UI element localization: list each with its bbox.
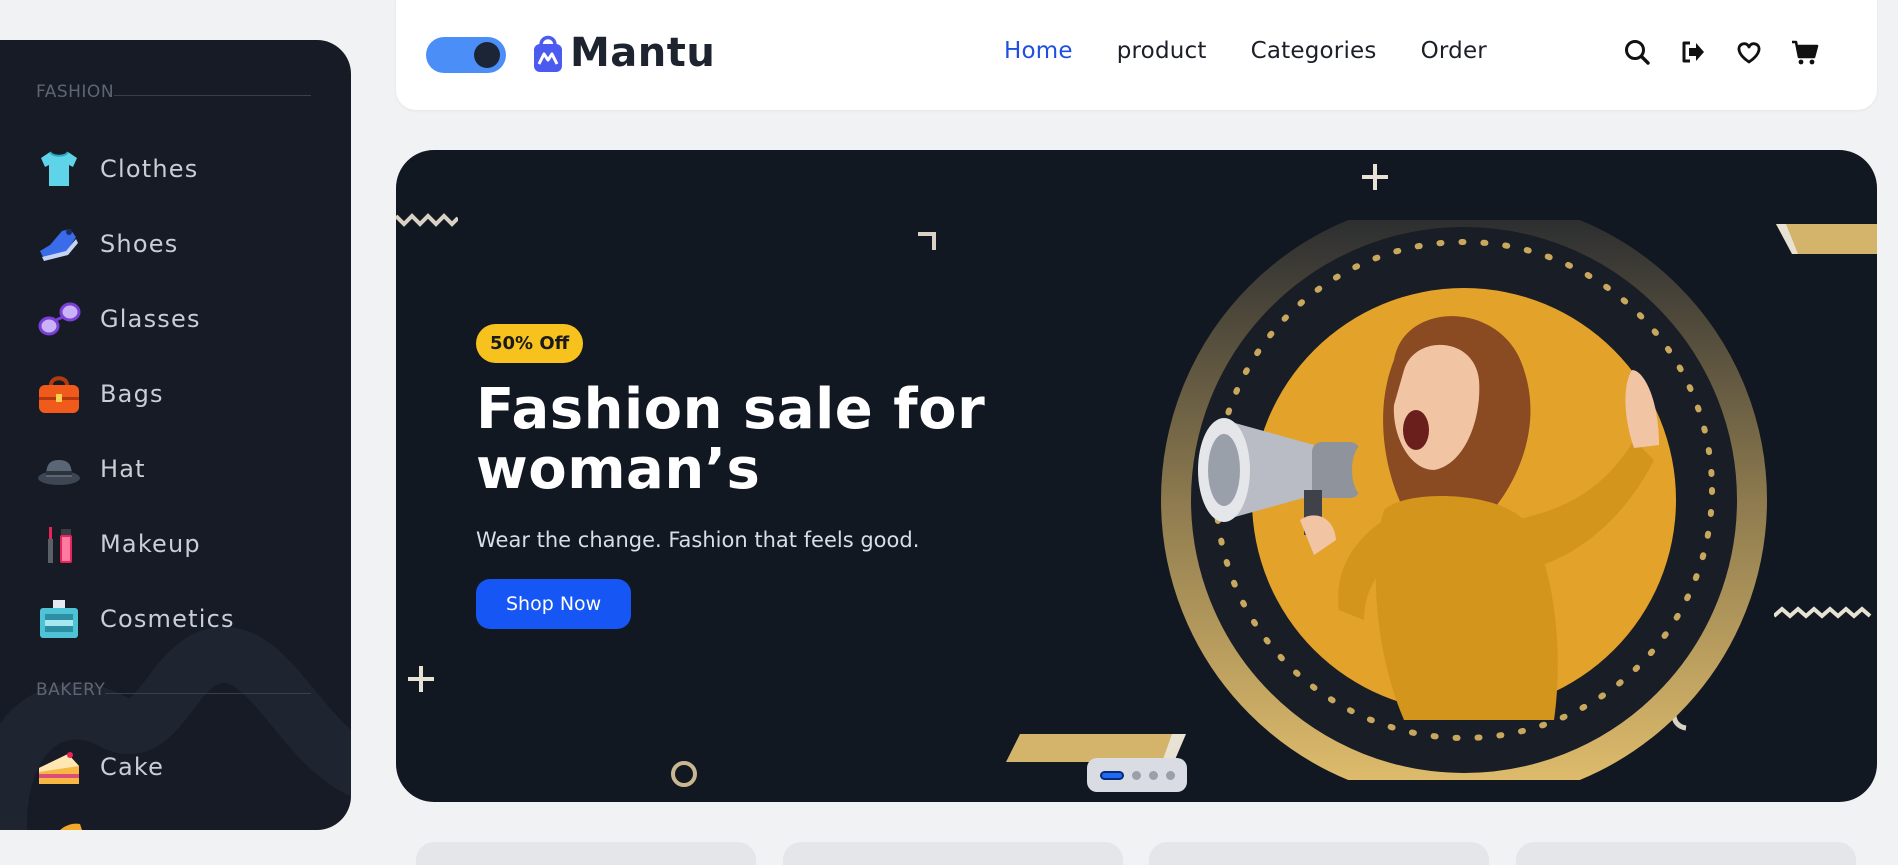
- lipstick-icon: [36, 521, 82, 567]
- sidebar-item-label: Glasses: [100, 305, 201, 333]
- cart-icon[interactable]: [1791, 38, 1819, 66]
- discount-badge: 50% Off: [476, 324, 584, 363]
- plus-decoration: [1362, 164, 1388, 190]
- category-card[interactable]: [783, 842, 1123, 865]
- section-fashion: FASHION: [36, 82, 311, 102]
- sidebar-item-label: Cosmetics: [100, 605, 235, 633]
- nav-order[interactable]: Order: [1421, 38, 1487, 64]
- sidebar-item-shoes[interactable]: Shoes: [36, 221, 178, 267]
- zigzag-decoration: [396, 213, 458, 227]
- sidebar-item-label: Makeup: [100, 530, 201, 558]
- sidebar-item-label: Hat: [100, 455, 146, 483]
- shoe-icon: [36, 221, 82, 267]
- toggle-knob: [474, 42, 500, 68]
- sidebar-item-hat[interactable]: Hat: [36, 446, 146, 492]
- category-card[interactable]: [1149, 842, 1489, 865]
- carousel-dot-3[interactable]: [1148, 770, 1158, 780]
- section-title: BAKERY: [36, 680, 106, 700]
- category-card[interactable]: [416, 842, 756, 865]
- sidebar-item-bags[interactable]: Bags: [36, 371, 164, 417]
- hero-banner: 50% Off Fashion sale for woman’s Wear th…: [396, 150, 1877, 802]
- corner-decoration: [918, 232, 936, 250]
- shopping-bag-logo-icon: [534, 35, 562, 72]
- theme-toggle[interactable]: [426, 37, 506, 73]
- sidebar-item-clothes[interactable]: Clothes: [36, 146, 198, 192]
- nav-categories[interactable]: Categories: [1251, 38, 1377, 64]
- sidebar-item-label: Cake: [100, 753, 165, 781]
- sidebar-item-glasses[interactable]: Glasses: [36, 296, 201, 342]
- plus-decoration: [408, 666, 434, 692]
- sidebar-item-label: Bags: [100, 380, 164, 408]
- zigzag-decoration: [1774, 606, 1872, 619]
- hero-model-image: [1161, 220, 1767, 780]
- brand-logo[interactable]: Mantu: [532, 30, 715, 76]
- ring-decoration: [671, 761, 697, 787]
- hat-icon: [36, 446, 82, 492]
- hero-subtitle: Wear the change. Fashion that feels good…: [476, 528, 920, 552]
- shop-now-button[interactable]: Shop Now: [476, 579, 632, 629]
- section-title: FASHION: [36, 82, 115, 102]
- tshirt-icon: [36, 146, 82, 192]
- sidebar-item-label: Clothes: [100, 155, 199, 183]
- logout-icon[interactable]: [1679, 38, 1707, 66]
- carousel-dot-2[interactable]: [1131, 770, 1141, 780]
- nav-product[interactable]: product: [1117, 38, 1207, 64]
- sidebar-item-cake[interactable]: Cake: [36, 744, 164, 790]
- hero-title: Fashion sale for woman’s: [476, 377, 986, 502]
- sidebar: FASHION Clothes Shoes Glasses Bags Hat M…: [0, 40, 351, 830]
- category-card[interactable]: [1516, 842, 1856, 865]
- brand-name: Mantu: [570, 30, 716, 76]
- section-bakery: BAKERY: [36, 680, 311, 700]
- bag-icon: [36, 371, 82, 417]
- sidebar-item-makeup[interactable]: Makeup: [36, 521, 201, 567]
- glasses-icon: [36, 296, 82, 342]
- carousel-pagination: [1087, 758, 1187, 792]
- heart-icon[interactable]: [1735, 38, 1763, 66]
- next-item-icon-partial: [60, 823, 82, 830]
- sidebar-item-label: Shoes: [100, 230, 179, 258]
- main-nav: Home product Categories Order: [1004, 38, 1487, 64]
- divider: [114, 94, 311, 96]
- sidebar-item-cosmetics[interactable]: Cosmetics: [36, 596, 235, 642]
- top-header: Mantu Home product Categories Order: [396, 0, 1877, 110]
- carousel-dot-4[interactable]: [1165, 770, 1175, 780]
- divider: [105, 692, 311, 694]
- search-icon[interactable]: [1623, 38, 1651, 66]
- cake-icon: [36, 744, 82, 790]
- nav-home[interactable]: Home: [1004, 38, 1073, 64]
- header-actions: [1623, 38, 1819, 66]
- stripe-decoration: [1776, 224, 1877, 254]
- carousel-dot-1[interactable]: [1099, 770, 1124, 780]
- cosmetics-icon: [36, 596, 82, 642]
